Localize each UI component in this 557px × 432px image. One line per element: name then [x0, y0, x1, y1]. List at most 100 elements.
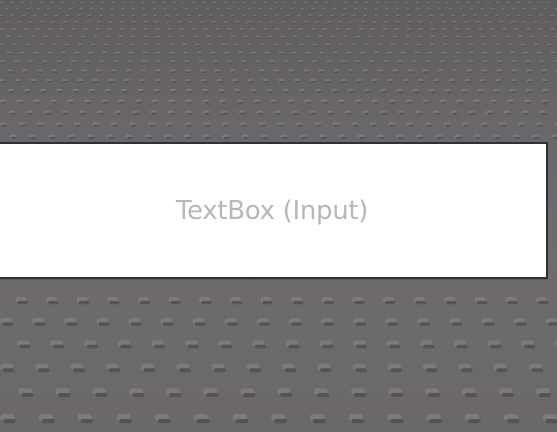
stud-shadow [390, 368, 403, 373]
stud-shadow [224, 22, 228, 24]
stud-shadow [213, 22, 217, 24]
stud-shadow [98, 112, 104, 115]
stud-shadow [494, 136, 501, 139]
stud-shadow [238, 53, 243, 55]
stud-shadow [419, 322, 431, 326]
stud-shadow [25, 91, 31, 93]
stud-shadow [426, 124, 433, 127]
stud-shadow [132, 393, 145, 398]
stud-shadow [248, 45, 253, 47]
stud-shadow [216, 29, 220, 31]
stud-shadow [0, 29, 5, 31]
stud-shadow [222, 112, 228, 115]
stud-shadow [186, 71, 191, 73]
stud-shadow [185, 62, 190, 64]
stud-shadow [479, 29, 483, 31]
stud-shadow [522, 45, 526, 47]
stud-shadow [132, 29, 136, 31]
stud-shadow [518, 37, 523, 39]
stud-shadow [496, 80, 502, 83]
stud-shadow [193, 3, 196, 4]
stud-shadow [238, 9, 242, 11]
stud-shadow [47, 80, 53, 83]
stud-shadow [383, 29, 388, 31]
stud-shadow [363, 112, 370, 115]
stud-shadow [62, 53, 67, 55]
stud-shadow [94, 37, 98, 39]
stud-shadow [194, 37, 198, 39]
stud-shadow [130, 124, 137, 127]
stud-shadow [308, 15, 312, 17]
stud-shadow [140, 80, 146, 83]
stud-shadow [490, 344, 502, 349]
textbox-input[interactable] [0, 144, 546, 277]
stud-shadow [512, 80, 517, 83]
stud-shadow [355, 368, 367, 373]
stud-shadow [364, 71, 369, 73]
stud-shadow [48, 29, 52, 31]
stud-shadow [0, 62, 6, 64]
stud-shadow [374, 53, 379, 55]
stud-shadow [419, 22, 423, 24]
stud-shadow [507, 15, 511, 17]
textbox-frame[interactable] [0, 142, 548, 279]
stud-shadow [112, 71, 117, 73]
stud-shadow [249, 368, 262, 373]
stud-shadow [51, 3, 55, 4]
stud-shadow [442, 22, 446, 24]
stud-shadow [522, 22, 527, 24]
stud-shadow [446, 3, 450, 4]
stud-shadow [97, 71, 102, 73]
stud-shadow [389, 344, 401, 349]
stud-shadow [204, 29, 208, 31]
stud-shadow [426, 3, 430, 4]
stud-shadow [458, 101, 464, 104]
stud-shadow [395, 29, 400, 31]
stud-shadow [453, 71, 458, 73]
stud-shadow [540, 62, 545, 64]
stud-shadow [11, 136, 18, 139]
stud-shadow [491, 29, 495, 31]
stud-shadow [228, 29, 232, 31]
stud-shadow [238, 101, 244, 104]
stud-shadow [260, 71, 265, 73]
stud-shadow [543, 80, 548, 83]
stud-shadow [467, 419, 481, 424]
stud-shadow [297, 15, 301, 17]
stud-shadow [86, 62, 91, 64]
stud-shadow [531, 368, 544, 373]
stud-shadow [18, 101, 24, 104]
stud-shadow [20, 3, 24, 4]
stud-shadow [512, 9, 516, 11]
stud-shadow [221, 344, 233, 349]
stud-shadow [53, 45, 57, 47]
stud-shadow [378, 136, 385, 139]
stud-shadow [341, 62, 346, 64]
stud-shadow [294, 3, 298, 4]
stud-shadow [223, 3, 227, 4]
stud-shadow [314, 3, 318, 4]
stud-shadow [284, 91, 290, 93]
stud-shadow [156, 71, 162, 73]
stud-shadow [275, 71, 280, 73]
stud-shadow [95, 393, 108, 398]
stud-shadow [201, 71, 206, 73]
stud-shadow [524, 53, 529, 55]
stud-shadow [255, 101, 261, 104]
stud-shadow [436, 3, 440, 4]
stud-shadow [181, 37, 186, 39]
stud-shadow [127, 136, 134, 139]
stud-shadow [313, 62, 318, 64]
stud-shadow [112, 124, 119, 127]
stud-shadow [396, 9, 400, 11]
stud-shadow [44, 15, 48, 17]
stud-shadow [404, 45, 409, 47]
stud-shadow [354, 9, 358, 11]
stud-shadow [527, 71, 532, 73]
stud-shadow [517, 3, 521, 4]
stud-shadow [67, 71, 73, 73]
stud-shadow [310, 80, 316, 83]
stud-shadow [167, 124, 174, 127]
stud-shadow [276, 29, 280, 31]
stud-shadow [413, 91, 419, 93]
